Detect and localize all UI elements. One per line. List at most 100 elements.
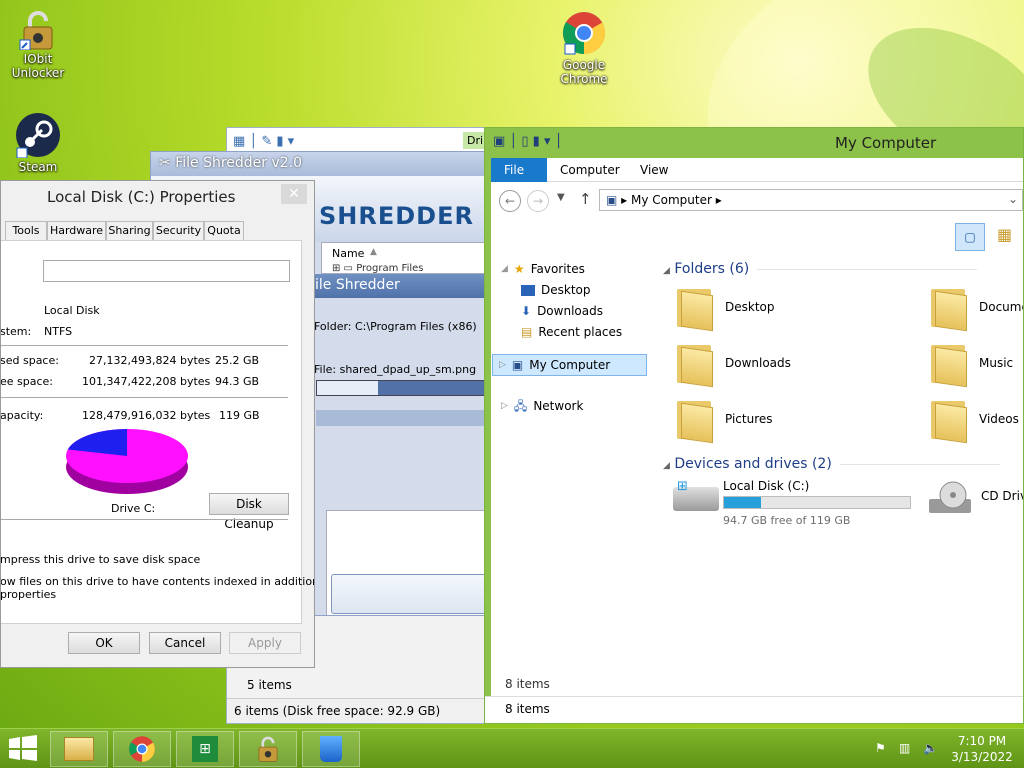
details-pane-icon[interactable]: ▦ <box>997 225 1012 244</box>
drive-local-disk[interactable]: ⊞ Local Disk (C:) 94.7 GB free of 119 GB <box>673 479 923 529</box>
filesystem-label: stem: <box>0 325 32 338</box>
folder-documents[interactable]: Documen <box>929 285 1023 332</box>
type-value: Local Disk <box>44 304 100 317</box>
downloads-icon: ⬇ <box>521 304 532 318</box>
desktop-icon <box>521 284 535 296</box>
folder-icon <box>929 285 967 332</box>
folders-header[interactable]: ◢ Folders (6) <box>663 261 1023 277</box>
drive-label: Drive C: <box>111 502 156 515</box>
tab-sharing[interactable]: Sharing <box>106 221 153 240</box>
ribbon-tab-file[interactable]: File <box>491 158 547 182</box>
cancel-button[interactable]: Cancel <box>149 632 221 654</box>
up-icon[interactable]: ↑ <box>579 190 592 208</box>
tab-tools[interactable]: Tools <box>5 221 47 240</box>
shredder-bin-icon <box>320 736 342 762</box>
tab-security[interactable]: Security <box>153 221 204 240</box>
navigation-bar: ← → ▼ ↑ ▣ ▸ My Computer ▸ ⌄ <box>491 183 1023 219</box>
back-icon[interactable]: ← <box>499 190 521 212</box>
explorer-titlebar[interactable]: ▣ │ ▯ ▮ ▾ │ My Computer <box>485 128 1023 158</box>
ribbon-tab-computer[interactable]: Computer <box>547 158 633 182</box>
shredder-folder-text: Folder: C:\Program Files (x86) <box>314 320 477 333</box>
clock[interactable]: 7:10 PM 3/13/2022 <box>945 733 1019 765</box>
taskbar-file-explorer[interactable] <box>50 731 108 767</box>
nav-network[interactable]: ▷ 🖧 Network <box>501 396 583 416</box>
clock-date: 3/13/2022 <box>951 750 1013 764</box>
computer-icon: ▣ <box>606 193 618 207</box>
navigation-pane: ◢ ★ Favorites Desktop ⬇ Downloads ▤ Recent p… <box>491 255 661 695</box>
tab-quota[interactable]: Quota <box>204 221 244 240</box>
taskbar-chrome[interactable] <box>113 731 171 767</box>
computer-icon: ▣ <box>511 358 524 372</box>
status-bar: 8 items <box>485 696 1023 723</box>
drive-free-text: 94.7 GB free of 119 GB <box>723 514 851 527</box>
drive-cd[interactable]: CD Drive <box>927 477 1023 527</box>
disk-cleanup-button[interactable]: Disk Cleanup <box>209 493 289 531</box>
properties-panel: Local Disk stem: NTFS sed space: 27,132,… <box>0 240 314 624</box>
local-disk-properties-dialog: Local Disk (C:) Properties ✕ Tools Hardw… <box>0 180 315 668</box>
taskbar-iobit-unlocker[interactable] <box>239 731 297 767</box>
nav-recent-places[interactable]: ▤ Recent places <box>521 322 622 342</box>
start-button[interactable] <box>8 735 40 763</box>
volume-muted-icon[interactable]: 🔈 <box>923 741 939 757</box>
ok-button[interactable]: OK <box>68 632 140 654</box>
ribbon-tab-view[interactable]: View <box>627 158 681 182</box>
apply-button[interactable]: Apply <box>229 632 301 654</box>
recent-locations-icon[interactable]: ▼ <box>557 192 565 203</box>
desktop-icon-iobit-unlocker[interactable]: IObit Unlocker <box>8 10 68 80</box>
folder-icon <box>675 397 713 444</box>
desktop-icon-label: Steam <box>18 160 58 174</box>
background-status-items: 5 items <box>247 678 292 692</box>
address-bar[interactable]: ▣ ▸ My Computer ▸ ⌄ <box>599 189 1023 211</box>
properties-title: Local Disk (C:) Properties <box>47 188 236 206</box>
action-center-flag-icon[interactable]: ⚑ <box>875 741 891 757</box>
explorer-body: File Computer View ← → ▼ ↑ ▣ ▸ My Comput… <box>485 158 1023 723</box>
star-icon: ★ <box>513 262 525 276</box>
nav-downloads[interactable]: ⬇ Downloads <box>521 301 603 321</box>
network-icon[interactable]: ▥ <box>899 741 915 757</box>
nav-my-computer[interactable]: ▷ ▣ My Computer <box>492 354 647 376</box>
cd-drive-icon <box>927 481 973 515</box>
folder-downloads[interactable]: Downloads <box>675 341 791 388</box>
column-header-name[interactable]: Name <box>332 247 364 260</box>
taskbar-store[interactable]: ⊞ <box>176 731 234 767</box>
preview-pane-icon[interactable]: ▢ <box>955 223 985 251</box>
shredder-file-list: Name ▲ ⊞ ▭ Program Files <box>321 242 485 274</box>
desktop-icon-steam[interactable]: Steam <box>8 112 68 174</box>
index-checkbox-label[interactable]: ow files on this drive to have contents … <box>1 575 314 588</box>
shredder-action-button[interactable] <box>331 574 485 614</box>
folder-music[interactable]: Music <box>929 341 1013 388</box>
nav-desktop[interactable]: Desktop <box>521 280 591 300</box>
folder-desktop[interactable]: Desktop <box>675 285 775 332</box>
index-checkbox-label-continued: properties <box>0 588 57 601</box>
properties-titlebar[interactable]: Local Disk (C:) Properties ✕ <box>1 181 314 211</box>
divider <box>1 519 288 520</box>
folder-icon <box>929 341 967 388</box>
folder-icon <box>675 341 713 388</box>
capacity-gb: 119 GB <box>219 409 260 422</box>
chrome-icon <box>561 10 607 56</box>
cd-drive-label: CD Drive <box>981 489 1023 503</box>
devices-header[interactable]: ◢ Devices and drives (2) <box>663 456 1023 472</box>
address-text: My Computer <box>631 193 712 207</box>
forward-icon[interactable]: → <box>527 190 549 212</box>
drive-name-field[interactable] <box>43 260 290 282</box>
free-space-bytes: 101,347,422,208 bytes <box>82 375 211 388</box>
address-dropdown-icon[interactable]: ⌄ <box>1008 192 1018 206</box>
taskbar-file-shredder[interactable] <box>302 731 360 767</box>
used-space-bytes: 27,132,493,824 bytes <box>89 354 211 367</box>
nav-favorites[interactable]: ◢ ★ Favorites <box>501 259 585 279</box>
shredder-file-text: File: shared_dpad_up_sm.png <box>314 363 477 376</box>
ribbon-tabs: File Computer View <box>491 158 1023 182</box>
desktop-icon-google-chrome[interactable]: Google Chrome <box>554 10 614 86</box>
compress-checkbox-label[interactable]: mpress this drive to save disk space <box>1 553 200 566</box>
folder-videos[interactable]: Videos <box>929 397 1019 444</box>
capacity-label: apacity: <box>0 409 44 422</box>
quick-access-toolbar[interactable]: ▣ │ ▯ ▮ ▾ │ <box>493 134 562 149</box>
folder-pictures[interactable]: Pictures <box>675 397 773 444</box>
shredder-subtitle-bar: ile Shredder <box>311 274 485 298</box>
tab-hardware[interactable]: Hardware <box>47 221 106 240</box>
close-icon[interactable]: ✕ <box>281 184 307 204</box>
shredder-titlebar[interactable]: ✂ File Shredder v2.0 <box>151 152 485 176</box>
shredder-divider <box>316 410 485 426</box>
shredder-app-icon: ✂ <box>159 155 171 171</box>
